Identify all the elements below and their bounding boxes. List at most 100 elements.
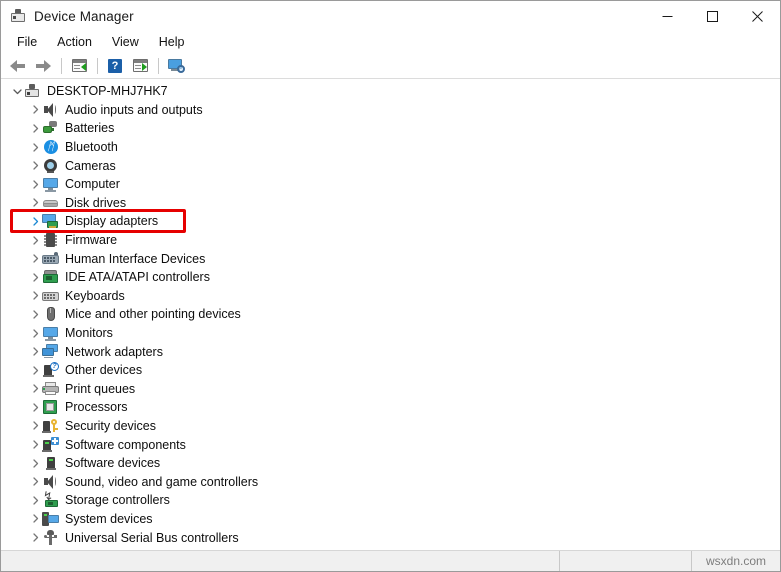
toolbar-separator xyxy=(61,57,62,74)
system-device-icon xyxy=(42,511,59,527)
tree-item-label: Batteries xyxy=(65,121,115,136)
tree-item-label: Storage controllers xyxy=(65,493,170,508)
menu-item-file[interactable]: File xyxy=(7,33,47,51)
tree-item[interactable]: Mice and other pointing devices xyxy=(1,305,780,324)
chevron-right-icon[interactable] xyxy=(29,533,42,542)
chevron-right-icon[interactable] xyxy=(29,477,42,486)
chevron-right-icon[interactable] xyxy=(29,440,42,449)
software-component-icon xyxy=(42,436,59,453)
help-button[interactable]: ? xyxy=(103,55,127,77)
tree-item[interactable]: Universal Serial Bus controllers xyxy=(1,528,780,547)
tree-item[interactable]: Human Interface Devices xyxy=(1,249,780,268)
status-bar: wsxdn.com xyxy=(1,550,780,571)
chevron-right-icon[interactable] xyxy=(29,124,42,133)
tree-item[interactable]: IDE ATA/ATAPI controllers xyxy=(1,268,780,287)
tree-item[interactable]: Security devices xyxy=(1,417,780,436)
tree-item[interactable]: Sound, video and game controllers xyxy=(1,472,780,491)
firmware-chip-icon xyxy=(42,232,59,248)
chevron-right-icon[interactable] xyxy=(29,273,42,282)
tree-item[interactable]: Print queues xyxy=(1,380,780,399)
monitor-icon xyxy=(42,176,59,192)
camera-icon xyxy=(42,158,59,174)
chevron-down-icon[interactable] xyxy=(11,87,24,96)
maximize-button[interactable] xyxy=(690,1,735,31)
menu-item-action[interactable]: Action xyxy=(47,33,102,51)
tree-item-label: Software devices xyxy=(65,456,161,471)
tree-item-root[interactable]: DESKTOP-MHJ7HK7 xyxy=(1,82,780,101)
software-device-icon xyxy=(42,455,59,471)
show-hide-console-tree-button[interactable] xyxy=(67,55,91,77)
chevron-right-icon[interactable] xyxy=(29,384,42,393)
tree-item[interactable]: Keyboards xyxy=(1,287,780,306)
forward-button[interactable] xyxy=(31,55,55,77)
tree-item-label: Mice and other pointing devices xyxy=(65,307,241,322)
chevron-right-icon[interactable] xyxy=(29,291,42,300)
usb-controller-icon xyxy=(42,529,59,546)
tree-item[interactable]: ↯ Storage controllers xyxy=(1,490,780,510)
chevron-right-icon[interactable] xyxy=(29,496,42,505)
tree-item-label: Monitors xyxy=(65,326,113,341)
menu-item-help[interactable]: Help xyxy=(149,33,195,51)
chevron-right-icon[interactable] xyxy=(29,514,42,524)
tree-item[interactable]: Disk drives xyxy=(1,194,780,213)
computer-icon xyxy=(24,83,41,99)
device-manager-icon xyxy=(10,8,26,24)
tree-item-label: Sound, video and game controllers xyxy=(65,474,259,489)
chevron-right-icon[interactable] xyxy=(29,366,42,375)
tree-item[interactable]: Firmware xyxy=(1,231,780,250)
tree-item-label: Disk drives xyxy=(65,195,127,210)
tree-item-label: Bluetooth xyxy=(65,140,118,155)
tree-item[interactable]: Audio inputs and outputs xyxy=(1,101,780,120)
menu-item-view[interactable]: View xyxy=(102,33,149,51)
tree-children: Audio inputs and outputs Batteries ᛗ Blueto… xyxy=(1,101,780,547)
window-controls xyxy=(645,1,780,31)
chevron-right-icon[interactable] xyxy=(29,459,42,468)
tree-item[interactable]: Cameras xyxy=(1,156,780,175)
close-button[interactable] xyxy=(735,1,780,31)
minimize-button[interactable] xyxy=(645,1,690,31)
chevron-right-icon[interactable] xyxy=(29,421,42,431)
properties-button[interactable] xyxy=(128,55,152,77)
unknown-device-icon: ? xyxy=(42,362,59,378)
tree-item[interactable]: Processors xyxy=(1,398,780,417)
device-tree[interactable]: DESKTOP-MHJ7HK7 Audio inputs and outputs… xyxy=(1,79,780,550)
monitor-icon xyxy=(42,325,59,341)
back-button[interactable] xyxy=(6,55,30,77)
tree-item[interactable]: Software devices xyxy=(1,454,780,473)
tree-item-label: Software components xyxy=(65,437,186,452)
tree-item[interactable]: System devices xyxy=(1,510,780,529)
status-pane-watermark: wsxdn.com xyxy=(692,551,780,571)
security-device-icon xyxy=(42,418,59,434)
chevron-right-icon[interactable] xyxy=(29,310,42,319)
tree-item[interactable]: Display adapters xyxy=(1,212,780,231)
battery-icon xyxy=(42,120,59,136)
tree-item[interactable]: ? Other devices xyxy=(1,361,780,380)
tree-item[interactable]: Network adapters xyxy=(1,342,780,361)
tree-item[interactable]: Computer xyxy=(1,175,780,194)
tree-item[interactable]: ᛗ Bluetooth xyxy=(1,138,780,157)
chevron-right-icon[interactable] xyxy=(29,105,42,115)
chevron-right-icon[interactable] xyxy=(29,347,42,356)
chevron-right-icon[interactable] xyxy=(29,328,42,338)
chevron-right-icon[interactable] xyxy=(29,180,42,189)
chevron-right-icon[interactable] xyxy=(29,403,42,412)
tree-item[interactable]: Batteries xyxy=(1,119,780,138)
chevron-right-icon[interactable] xyxy=(29,142,42,152)
scan-for-hardware-changes-button[interactable] xyxy=(164,55,188,77)
mouse-icon xyxy=(42,306,59,322)
tree-item[interactable]: Software components xyxy=(1,435,780,454)
tree-item-label: Processors xyxy=(65,400,128,415)
chevron-right-icon[interactable] xyxy=(29,217,42,226)
tree-item-label: Other devices xyxy=(65,363,143,378)
chevron-right-icon[interactable] xyxy=(29,198,42,208)
tree-item-label: Keyboards xyxy=(65,288,125,303)
chevron-right-icon[interactable] xyxy=(29,254,42,263)
toolbar-separator xyxy=(97,57,98,74)
tree-root-wrapper: DESKTOP-MHJ7HK7 xyxy=(1,82,780,101)
tree-item-label: System devices xyxy=(65,511,153,526)
chevron-right-icon[interactable] xyxy=(29,161,42,170)
speaker-icon xyxy=(42,474,59,490)
chevron-right-icon[interactable] xyxy=(29,235,42,245)
tree-item[interactable]: Monitors xyxy=(1,324,780,343)
tree-item-label: IDE ATA/ATAPI controllers xyxy=(65,270,210,285)
